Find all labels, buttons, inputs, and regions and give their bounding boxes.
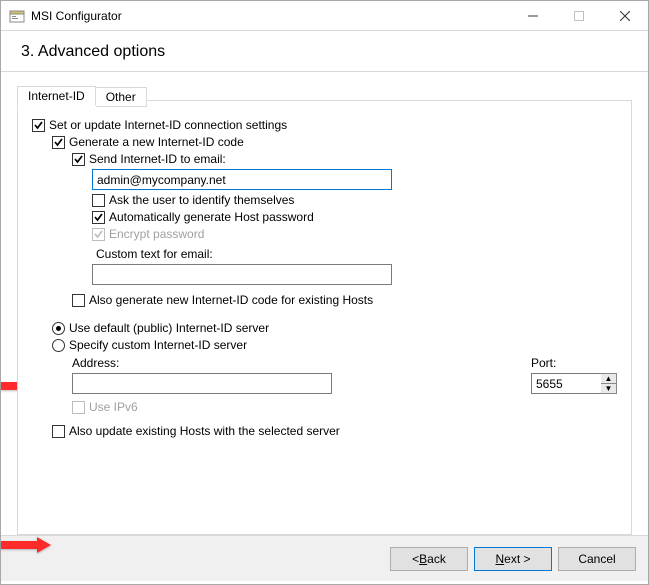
titlebar: MSI Configurator <box>1 1 648 31</box>
generate-new-label: Generate a new Internet-ID code <box>69 135 244 149</box>
generate-new-checkbox[interactable] <box>52 136 65 149</box>
window-title: MSI Configurator <box>31 9 510 23</box>
also-generate-label: Also generate new Internet-ID code for e… <box>89 293 373 307</box>
internet-id-panel: Set or update Internet-ID connection set… <box>18 101 631 534</box>
encrypt-pwd-checkbox <box>92 228 105 241</box>
send-email-checkbox[interactable] <box>72 153 85 166</box>
encrypt-pwd-label: Encrypt password <box>109 227 204 241</box>
use-default-server-label: Use default (public) Internet-ID server <box>69 321 269 335</box>
use-ipv6-label: Use IPv6 <box>89 400 138 414</box>
tab-internet-id[interactable]: Internet-ID <box>17 86 96 106</box>
send-email-label: Send Internet-ID to email: <box>89 152 226 166</box>
use-ipv6-checkbox <box>72 401 85 414</box>
auto-host-pwd-label: Automatically generate Host password <box>109 210 314 224</box>
set-update-checkbox[interactable] <box>32 119 45 132</box>
port-spin-up[interactable]: ▲ <box>601 374 616 384</box>
set-update-label: Set or update Internet-ID connection set… <box>49 118 287 132</box>
also-update-checkbox[interactable] <box>52 425 65 438</box>
port-label: Port: <box>531 356 617 370</box>
email-input[interactable] <box>92 169 392 190</box>
app-icon <box>9 8 25 24</box>
port-input[interactable] <box>531 373 601 394</box>
specify-custom-server-radio[interactable] <box>52 339 65 352</box>
maximize-button[interactable] <box>556 1 602 30</box>
ask-user-label: Ask the user to identify themselves <box>109 193 294 207</box>
auto-host-pwd-checkbox[interactable] <box>92 211 105 224</box>
custom-text-input[interactable] <box>92 264 392 285</box>
back-button[interactable]: < Back <box>390 547 468 571</box>
minimize-button[interactable] <box>510 1 556 30</box>
content-area: Internet-ID Other Set or update Internet… <box>1 72 648 535</box>
also-generate-checkbox[interactable] <box>72 294 85 307</box>
tab-other[interactable]: Other <box>96 87 147 107</box>
also-update-label: Also update existing Hosts with the sele… <box>69 424 340 438</box>
use-default-server-radio[interactable] <box>52 322 65 335</box>
close-button[interactable] <box>602 1 648 30</box>
cancel-button[interactable]: Cancel <box>558 547 636 571</box>
port-spin-down[interactable]: ▼ <box>601 384 616 393</box>
next-button[interactable]: Next > <box>474 547 552 571</box>
address-input[interactable] <box>72 373 332 394</box>
ask-user-checkbox[interactable] <box>92 194 105 207</box>
page-title: 3. Advanced options <box>1 31 648 72</box>
address-label: Address: <box>72 356 511 370</box>
wizard-footer: < Back Next > Cancel <box>1 535 648 581</box>
specify-custom-server-label: Specify custom Internet-ID server <box>69 338 247 352</box>
custom-text-label: Custom text for email: <box>96 247 213 261</box>
